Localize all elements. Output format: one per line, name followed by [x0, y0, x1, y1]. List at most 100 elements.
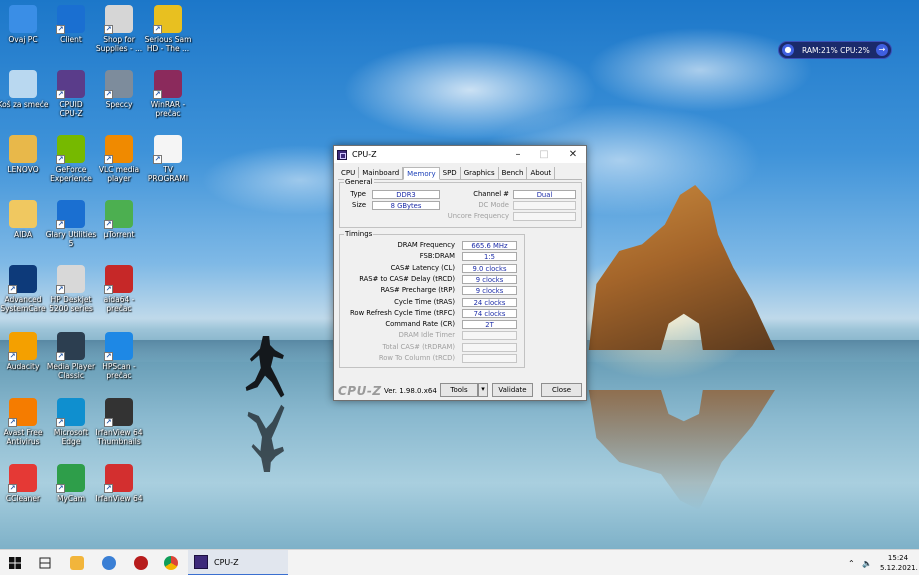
taskbar-clock[interactable]: 15:24 5.12.2021.	[880, 553, 918, 573]
close-button[interactable]: Close	[541, 383, 582, 397]
cpuz-footer: CPU-Z Ver. 1.98.0.x64 Tools ▾ Validate C…	[334, 382, 586, 400]
desktop-icon[interactable]: ↗ VLC media player	[91, 135, 147, 183]
shortcut-arrow-icon: ↗	[56, 418, 65, 427]
start-button[interactable]	[4, 550, 26, 575]
timing-value	[462, 354, 517, 363]
cpuz-version: Ver. 1.98.0.x64	[384, 387, 437, 395]
folder-user-icon	[9, 135, 37, 163]
shortcut-arrow-icon: ↗	[8, 285, 17, 294]
minimize-button[interactable]: –	[505, 146, 531, 163]
tab-spd[interactable]: SPD	[440, 167, 461, 179]
shortcut-arrow-icon: ↗	[8, 418, 17, 427]
widget-drop-icon: ●	[782, 44, 794, 56]
desktop-icon[interactable]: ↗ Speccy	[91, 70, 147, 109]
desktop-icon-label: IrfanView 64	[95, 494, 143, 503]
tools-dropdown-arrow-icon[interactable]: ▾	[478, 383, 488, 397]
shortcut-arrow-icon: ↗	[153, 25, 162, 34]
advanced-systemcare-icon: ↗	[8, 265, 37, 294]
ram-cpu-widget[interactable]: ● RAM:21% CPU:2% →	[778, 41, 892, 59]
shortcut-arrow-icon: ↗	[104, 155, 113, 164]
timing-value: 1:5	[462, 252, 517, 262]
serious-sam-icon: ↗	[153, 5, 182, 34]
type-label: Type	[350, 190, 366, 198]
taskbar-app-1[interactable]	[98, 550, 120, 575]
timing-value: 74 clocks	[462, 308, 517, 318]
desktop-icon[interactable]: ↗ WinRAR - prečac	[140, 70, 196, 118]
timings-group-title: Timings	[344, 230, 374, 239]
app-globe-icon	[102, 556, 116, 570]
nvidia-icon: ↗	[56, 135, 85, 164]
edge-icon: ↗	[56, 398, 85, 427]
cpuz-window[interactable]: CPU-Z – □ ✕ CPU Mainboard Memory SPD Graphic…	[333, 145, 587, 401]
tab-memory[interactable]: Memory	[403, 167, 440, 180]
wallpaper-rock-reflection	[588, 390, 775, 510]
timing-value: 9 clocks	[462, 286, 517, 296]
timing-label: Command Rate (CR)	[385, 320, 455, 329]
maximize-button[interactable]: □	[531, 146, 557, 163]
shortcut-arrow-icon: ↗	[104, 220, 113, 229]
shortcut-arrow-icon: ↗	[56, 352, 65, 361]
timing-value: 9 clocks	[462, 274, 517, 284]
desktop-icon[interactable]: ↗ µTorrent	[91, 200, 147, 239]
desktop-icon[interactable]: ↗ TV PROGRAMI	[140, 135, 196, 183]
uncore-frequency-value	[513, 212, 576, 221]
cpuz-titlebar[interactable]: CPU-Z – □ ✕	[334, 146, 586, 163]
timing-label: Row To Column (tRCD)	[378, 354, 455, 362]
taskbar-cpuz[interactable]: CPU-Z	[188, 550, 288, 575]
tab-graphics[interactable]: Graphics	[461, 167, 499, 179]
windows-logo-icon	[9, 557, 21, 569]
validate-button[interactable]: Validate	[492, 383, 533, 397]
volume-icon[interactable]: 🔈	[862, 550, 872, 575]
taskbar-chrome[interactable]	[160, 550, 182, 575]
computer-icon	[9, 5, 37, 33]
printer-icon: ↗	[104, 5, 133, 34]
timing-value: 2T	[462, 320, 517, 330]
folder-icon	[70, 556, 84, 570]
desktop-icon[interactable]: ↗ IrfanView 64	[91, 464, 147, 503]
tools-button[interactable]: Tools	[440, 383, 478, 397]
timing-label: Total CAS# (tRDRAM)	[382, 342, 456, 351]
desktop-icon-label: Serious Sam HD - The ...	[144, 35, 192, 53]
irfanview-thumbnails-icon: ↗	[104, 398, 133, 427]
close-window-button[interactable]: ✕	[560, 146, 586, 163]
desktop-icon[interactable]: ↗ Shop for Supplies - ...	[91, 5, 147, 53]
cpuz-window-title: CPU-Z	[352, 150, 377, 159]
timings-group: Timings DRAM Frequency 665.6 MHz FSB:DRAM 1…	[339, 230, 525, 368]
winrar-icon: ↗	[153, 70, 182, 99]
taskbar-cpuz-label: CPU-Z	[214, 557, 239, 567]
general-group: General Type DDR3 Size 8 GBytes Channel …	[339, 178, 582, 228]
tab-about[interactable]: About	[527, 167, 556, 179]
shortcut-arrow-icon: ↗	[56, 25, 65, 34]
shortcut-arrow-icon: ↗	[8, 352, 17, 361]
shortcut-arrow-icon: ↗	[104, 285, 113, 294]
widget-arrow-icon[interactable]: →	[876, 44, 888, 56]
hp-scan-icon: ↗	[104, 332, 133, 361]
taskbar: CPU-Z ⌃ 🔈 15:24 5.12.2021.	[0, 549, 919, 575]
speccy-icon: ↗	[104, 70, 133, 99]
desktop-wallpaper: Ovaj PC ↗ Client ↗ Shop for Supplies - ... ↗ S…	[0, 0, 919, 549]
desktop-icon[interactable]: ↗ IrfanView 64 Thumbnails	[91, 398, 147, 446]
text-file-icon: ↗	[153, 135, 182, 164]
timing-label: DRAM Idle Timer	[398, 331, 455, 340]
cpuz-logo: CPU-Z	[338, 384, 382, 398]
memory-size-value: 8 GBytes	[372, 201, 440, 210]
desktop-icon-label: Speccy	[105, 100, 133, 109]
shortcut-arrow-icon: ↗	[104, 352, 113, 361]
task-view-button[interactable]	[34, 550, 56, 575]
timing-label: Row Refresh Cycle Time (tRFC)	[350, 308, 455, 317]
shortcut-arrow-icon: ↗	[56, 220, 65, 229]
size-label: Size	[352, 201, 366, 209]
tab-bench[interactable]: Bench	[499, 167, 528, 179]
shortcut-arrow-icon: ↗	[56, 484, 65, 493]
memory-type-value: DDR3	[372, 190, 440, 199]
taskbar-file-explorer[interactable]	[66, 550, 88, 575]
desktop-icon[interactable]: ↗ HPScan - prečac	[91, 332, 147, 380]
shortcut-arrow-icon: ↗	[56, 285, 65, 294]
wallpaper-runner-reflection	[247, 404, 285, 472]
desktop-icon[interactable]: ↗ Serious Sam HD - The ...	[140, 5, 196, 53]
taskbar-app-2[interactable]	[130, 550, 152, 575]
desktop-icon[interactable]: ↗ aida64 - prečac	[91, 265, 147, 313]
desktop-icon-label: HPScan - prečac	[102, 362, 136, 380]
show-hidden-icons-button[interactable]: ⌃	[848, 550, 855, 575]
recycle-bin-icon	[9, 70, 37, 98]
